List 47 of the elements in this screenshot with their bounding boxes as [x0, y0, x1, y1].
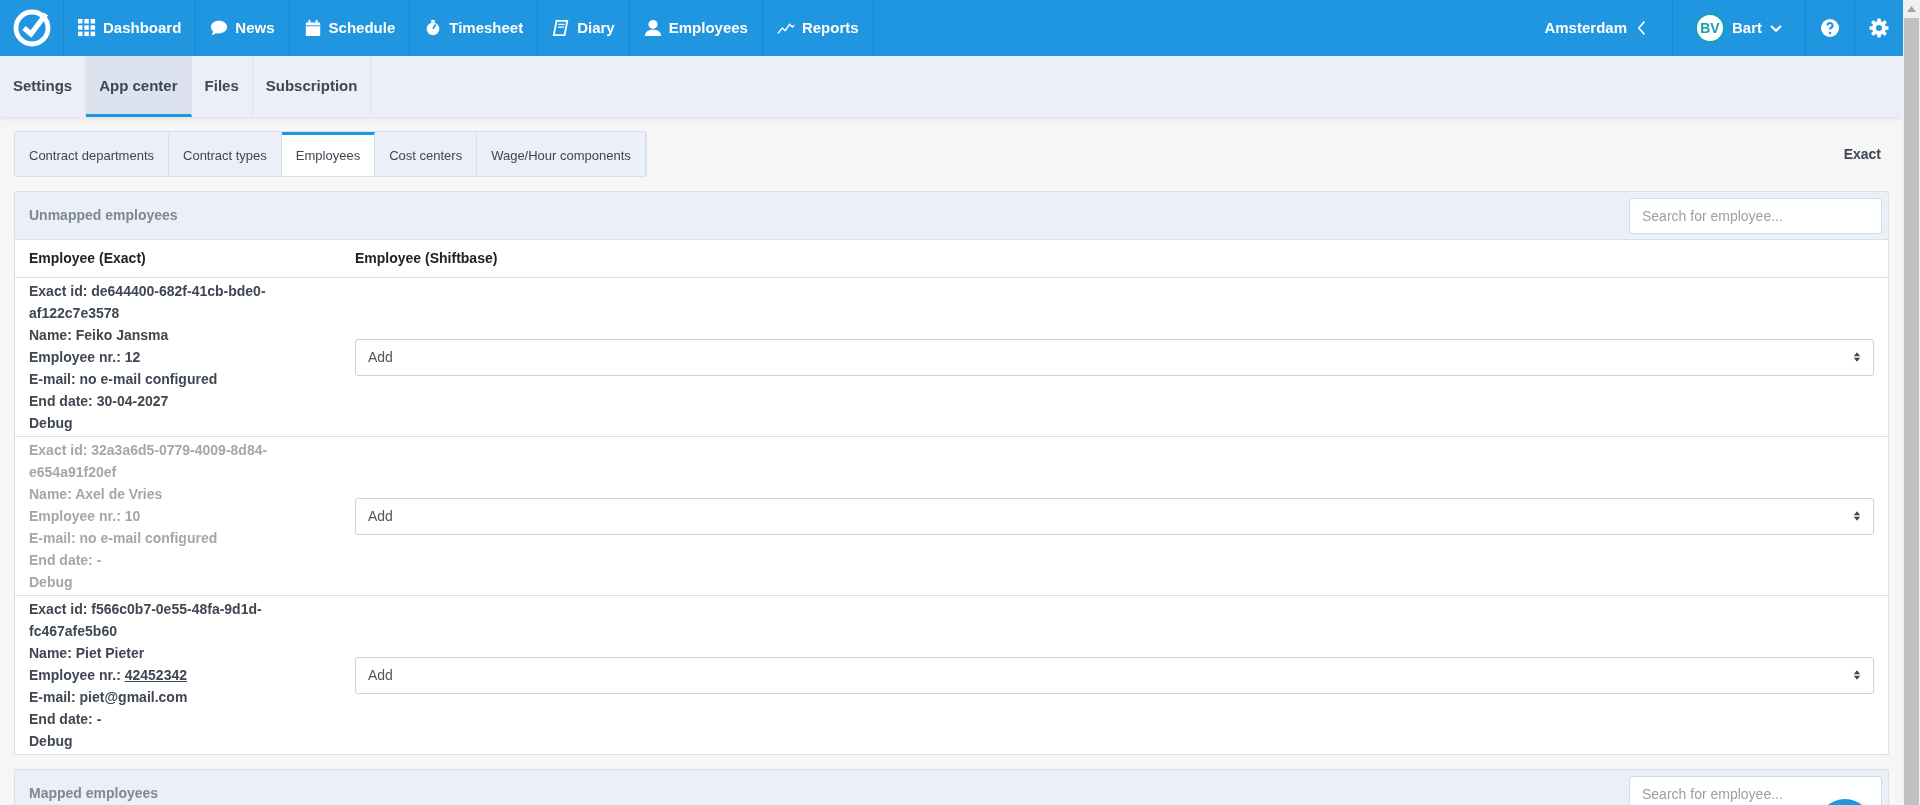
employee-detail: Debug	[29, 732, 74, 751]
person-icon	[643, 19, 662, 37]
integration-name: Exact	[1843, 144, 1881, 164]
panel-title: Unmapped employees	[29, 206, 178, 225]
employee-detail: Exact id: f566c0b7-0e55-48fa-9d1d-fc467afe5b60	[29, 600, 263, 641]
help-icon	[1820, 18, 1840, 38]
employee-select[interactable]: Add	[355, 338, 1874, 376]
employee-detail: Debug	[29, 414, 74, 433]
employee-detail: End date: -	[29, 551, 103, 570]
calendar-icon	[303, 19, 322, 37]
grid-icon	[78, 19, 96, 37]
search-field[interactable]: Search for employee...	[1629, 197, 1882, 234]
employee-detail: End date: -	[29, 710, 103, 729]
column-header: Employee (Shiftbase)	[355, 249, 499, 268]
scroll-up-icon[interactable]	[1907, 6, 1916, 12]
employee-detail: E-mail: no e-mail configured	[29, 529, 219, 548]
employee-select[interactable]: Add	[355, 497, 1874, 535]
panel-title: Mapped employees	[29, 784, 159, 803]
settings-icon	[1869, 18, 1889, 38]
mapping-tab[interactable]: Cost centers	[375, 132, 478, 176]
speech-bubble-icon	[210, 19, 229, 37]
employee-detail: E-mail: piet@gmail.com	[29, 688, 189, 707]
section-tab[interactable]: Subscription	[252, 56, 372, 117]
mapping-tab[interactable]: Wage/Hour components	[477, 132, 646, 176]
avatar: BV	[1695, 13, 1725, 43]
employee-detail: Debug	[29, 573, 74, 592]
employee-detail: Employee nr.: 42452342	[29, 666, 188, 685]
employee-detail: End date: 30-04-2027	[29, 392, 170, 411]
employee-detail: Employee nr.: 12	[29, 348, 142, 367]
book-icon	[552, 19, 571, 37]
mapping-tab[interactable]: Contract departments	[15, 132, 169, 176]
logo-icon	[11, 8, 52, 48]
section-tab[interactable]: Files	[191, 56, 253, 117]
employee-detail: Name: Piet Pieter	[29, 644, 146, 663]
employee-detail: Name: Axel de Vries	[29, 485, 164, 504]
employee-detail: E-mail: no e-mail configured	[29, 370, 219, 389]
employee-select[interactable]: Add	[355, 656, 1874, 694]
employee-detail: Name: Feiko Jansma	[29, 326, 170, 345]
section-tab[interactable]: App center	[86, 56, 192, 117]
employee-detail: Employee nr.: 10	[29, 507, 142, 526]
mapping-tab[interactable]: Employees	[281, 132, 376, 176]
column-header: Employee (Exact)	[28, 249, 147, 268]
employee-detail: Exact id: de644400-682f-41cb-bde0-af122c7e3578	[29, 282, 267, 323]
employee-number-link[interactable]: 42452342	[124, 667, 187, 683]
employee-detail: Exact id: 32a3a6d5-0779-4009-8d84-e654a91f20ef	[29, 441, 269, 482]
mapping-tab[interactable]: Contract types	[169, 132, 282, 176]
search-field[interactable]: Search for employee...	[1629, 775, 1882, 805]
